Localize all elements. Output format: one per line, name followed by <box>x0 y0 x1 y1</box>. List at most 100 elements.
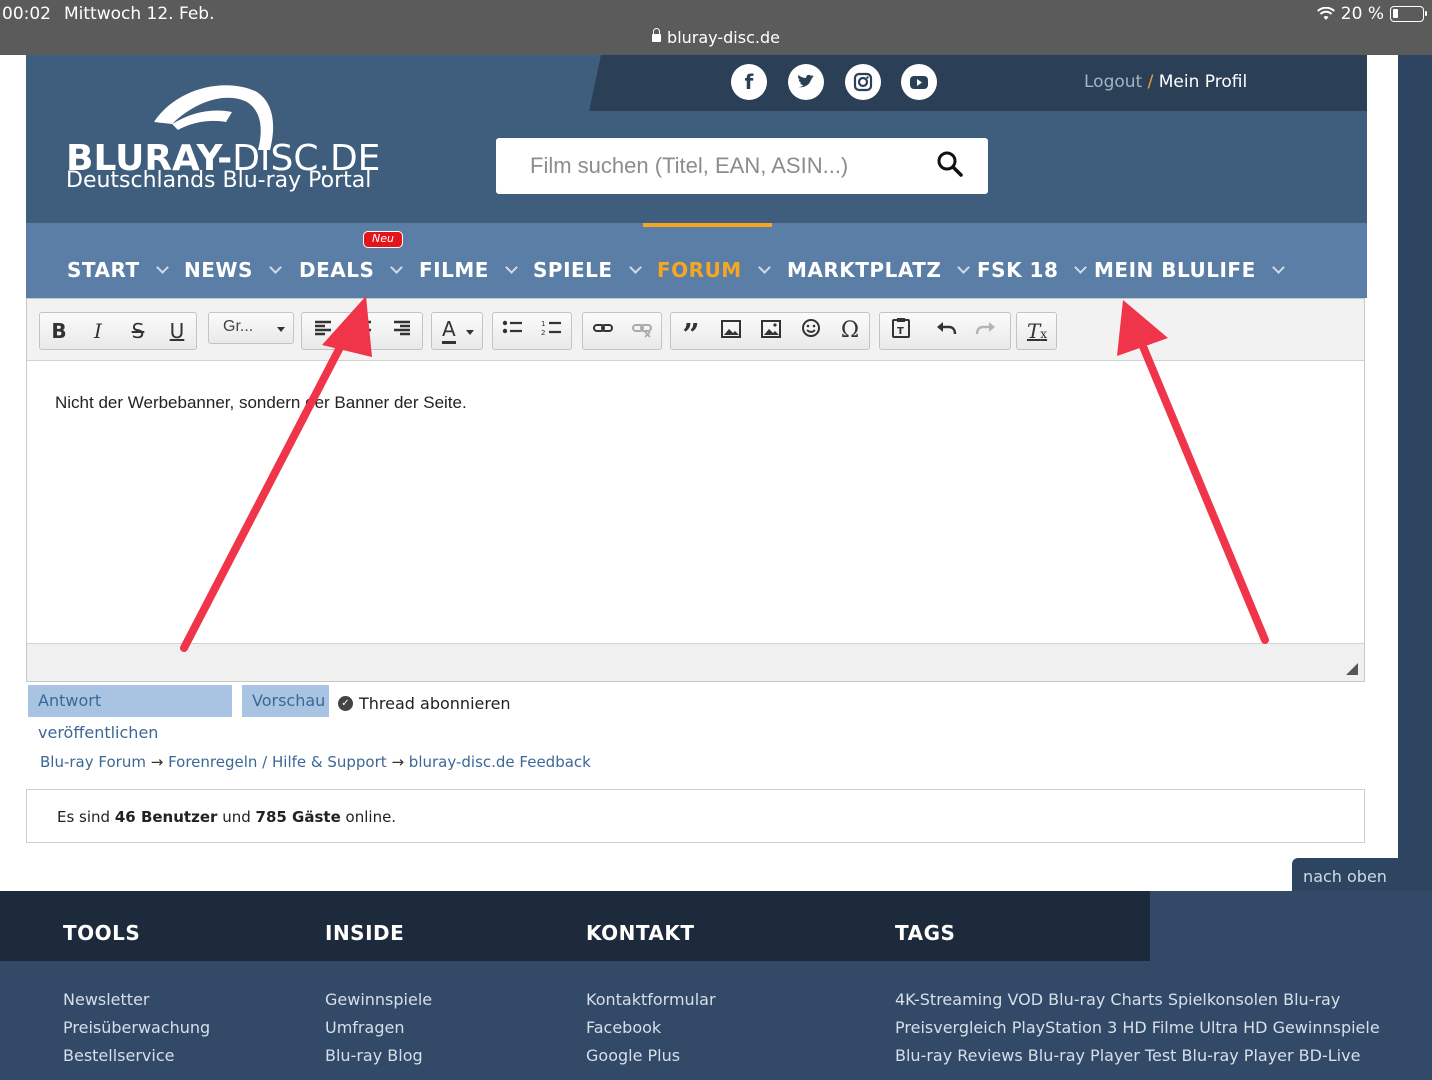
page-side-strip <box>1398 55 1432 891</box>
footer-heading-inside: INSIDE <box>325 921 405 945</box>
nav-label: SPIELE <box>533 258 613 282</box>
subscribe-toggle[interactable]: ✓ Thread abonnieren <box>338 694 511 713</box>
account-links: Logout / Mein Profil <box>1084 72 1247 92</box>
clear-format-group: Tx <box>1016 312 1057 350</box>
instagram-icon[interactable] <box>845 64 881 100</box>
nav-label: DEALS <box>299 258 375 282</box>
footer-link[interactable]: Gewinnspiele <box>325 990 432 1009</box>
footer-heading-tools: TOOLS <box>63 921 141 945</box>
battery-percent: 20 % <box>1340 4 1384 24</box>
nav-item-start[interactable]: START <box>67 258 169 282</box>
footer-heading-kontakt: KONTAKT <box>586 921 695 945</box>
date: Mittwoch 12. Feb. <box>64 4 215 24</box>
caret-down-icon <box>466 330 474 335</box>
footer-tags[interactable]: Blu-ray Reviews Blu-ray Player Test Blu-… <box>895 1046 1360 1065</box>
history-group: T <box>879 312 1011 350</box>
preview-button[interactable]: Vorschau <box>242 685 329 717</box>
chevron-down-icon <box>757 260 771 274</box>
status-indicators: 20 % <box>1316 4 1427 24</box>
nav-item-forum[interactable]: FORUM <box>657 258 771 282</box>
image-icon[interactable] <box>712 313 750 349</box>
bold-button[interactable]: B <box>40 313 78 349</box>
align-left-icon[interactable] <box>304 313 342 349</box>
search-icon[interactable] <box>936 150 964 178</box>
nav-item-spiele[interactable]: SPIELE <box>533 258 642 282</box>
underline-button[interactable]: U <box>158 313 196 349</box>
logout-link[interactable]: Logout <box>1084 72 1142 92</box>
chevron-down-icon <box>390 260 404 274</box>
breadcrumb: Blu-ray Forum → Forenregeln / Hilfe & Su… <box>40 753 591 771</box>
publish-reply-button[interactable]: Antwort veröffentlichen <box>28 685 232 742</box>
nav-label: MEIN BLULIFE <box>1094 258 1256 282</box>
profile-link[interactable]: Mein Profil <box>1159 72 1247 92</box>
link-icon[interactable] <box>584 313 622 349</box>
nav-item-deals[interactable]: DEALS <box>299 258 404 282</box>
smiley-icon[interactable] <box>792 313 830 349</box>
special-char-icon[interactable]: Ω <box>831 313 869 349</box>
image-upload-icon[interactable] <box>752 313 790 349</box>
bullet-list-icon[interactable] <box>494 313 532 349</box>
chevron-down-icon <box>155 260 169 274</box>
nav-item-fsk18[interactable]: FSK 18 <box>977 258 1088 282</box>
editor-statusbar <box>27 643 1364 681</box>
redo-icon[interactable] <box>967 313 1005 349</box>
nav-item-filme[interactable]: FILME <box>419 258 518 282</box>
breadcrumb-link[interactable]: Blu-ray Forum <box>40 753 146 771</box>
clock: 00:02 <box>2 4 51 24</box>
footer-link[interactable]: Preisüberwachung <box>63 1018 210 1037</box>
footer-link[interactable]: Google Plus <box>586 1046 680 1065</box>
resize-handle[interactable] <box>1346 663 1358 675</box>
footer-tags[interactable]: Preisvergleich PlayStation 3 HD Filme Ul… <box>895 1018 1380 1037</box>
online-users-count: 46 Benutzer <box>114 808 218 826</box>
nav-item-mein-blulife[interactable]: MEIN BLULIFE <box>1094 258 1285 282</box>
breadcrumb-link[interactable]: bluray-disc.de Feedback <box>409 753 591 771</box>
footer-link[interactable]: Blu-ray Blog <box>325 1046 423 1065</box>
breadcrumb-arrow: → <box>150 753 164 771</box>
paste-text-icon[interactable]: T <box>882 313 920 349</box>
online-prefix: Es sind <box>57 808 111 826</box>
caret-down-icon <box>277 327 285 332</box>
checkbox-checked-icon[interactable]: ✓ <box>338 696 353 711</box>
twitter-icon[interactable] <box>788 64 824 100</box>
footer-link[interactable]: Kontaktformular <box>586 990 716 1009</box>
align-right-icon[interactable] <box>383 313 421 349</box>
numbered-list-icon[interactable]: 12 <box>533 313 571 349</box>
footer-link[interactable]: Newsletter <box>63 990 150 1009</box>
clear-format-icon[interactable]: Tx <box>1018 313 1056 349</box>
footer-header-band <box>0 891 1150 961</box>
address-bar[interactable]: bluray-disc.de <box>0 28 1432 47</box>
quote-icon[interactable]: ” <box>672 313 710 353</box>
search-input[interactable] <box>530 150 930 182</box>
online-middle: und <box>222 808 251 826</box>
breadcrumb-link[interactable]: Forenregeln / Hilfe & Support <box>168 753 387 771</box>
nav-active-indicator <box>643 223 772 227</box>
facebook-icon[interactable]: f <box>731 64 767 100</box>
chevron-down-icon <box>269 260 282 274</box>
editor-toolbar: B I S U Gr... A 12 ” Ω T Tx <box>27 299 1364 361</box>
wifi-icon <box>1316 7 1335 20</box>
nav-label: FSK 18 <box>977 258 1059 282</box>
text-color-select[interactable]: A <box>431 312 483 350</box>
unlink-icon[interactable] <box>623 313 661 349</box>
youtube-icon[interactable] <box>901 64 937 100</box>
subscribe-label: Thread abonnieren <box>359 694 511 713</box>
nav-label: NEWS <box>184 258 253 282</box>
chevron-down-icon <box>1074 260 1088 274</box>
editor-content[interactable]: Nicht der Werbebanner, sondern der Banne… <box>55 393 467 413</box>
font-size-select[interactable]: Gr... <box>208 312 294 344</box>
online-guests-count: 785 Gäste <box>255 808 341 826</box>
footer-link[interactable]: Bestellservice <box>63 1046 174 1065</box>
nav-item-news[interactable]: NEWS <box>184 258 282 282</box>
svg-text:1: 1 <box>541 320 545 328</box>
align-center-icon[interactable] <box>344 313 382 349</box>
footer-link[interactable]: Umfragen <box>325 1018 404 1037</box>
online-stats-box: Es sind 46 Benutzer und 785 Gäste online… <box>26 789 1365 843</box>
nav-item-marktplatz[interactable]: MARKTPLATZ <box>787 258 971 282</box>
logo-tagline: Deutschlands Blu-ray Portal <box>66 168 372 193</box>
footer-link[interactable]: Facebook <box>586 1018 661 1037</box>
footer-tags[interactable]: 4K-Streaming VOD Blu-ray Charts Spielkon… <box>895 990 1340 1009</box>
italic-button[interactable]: I <box>79 313 117 349</box>
strikethrough-button[interactable]: S <box>119 313 157 349</box>
back-to-top-button[interactable]: nach oben <box>1292 858 1398 891</box>
undo-icon[interactable] <box>927 313 965 349</box>
